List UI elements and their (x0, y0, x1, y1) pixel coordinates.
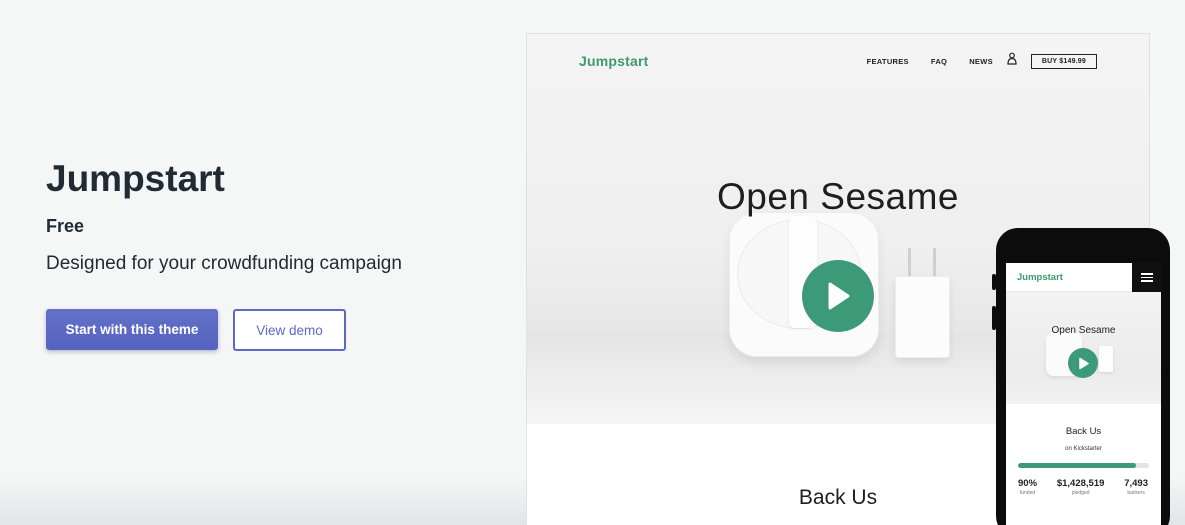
mobile-section-heading: Back Us (1065, 426, 1102, 437)
phone-side-button (992, 306, 996, 330)
hamburger-menu-icon[interactable] (1132, 263, 1161, 292)
play-icon[interactable] (1068, 348, 1098, 378)
stat-funded: 90% funded (1018, 478, 1037, 496)
mobile-subheading: on Kickstarter (1065, 446, 1102, 452)
view-demo-button[interactable]: View demo (233, 309, 346, 351)
plug-prong-left (908, 248, 911, 278)
mobile-preview: Jumpstart Open Sesame Back Us on Kicksta… (1006, 263, 1161, 525)
funding-progress-fill (1018, 463, 1136, 468)
plug-image (895, 276, 950, 358)
stat-backers: 7,493 backers (1124, 478, 1148, 496)
start-with-theme-button[interactable]: Start with this theme (46, 309, 218, 350)
action-buttons: Start with this theme View demo (46, 309, 486, 351)
stat-value: $1,428,519 (1056, 478, 1105, 489)
desktop-hero-heading: Open Sesame (716, 176, 960, 217)
mobile-hero: Open Sesame (1006, 292, 1161, 404)
theme-description: Designed for your crowdfunding campaign (46, 253, 402, 274)
phone-side-button (992, 274, 996, 290)
mobile-logo[interactable]: Jumpstart (1017, 272, 1063, 283)
theme-price: Free (46, 216, 85, 236)
nav-faq[interactable]: FAQ (931, 57, 947, 66)
play-icon[interactable] (802, 260, 874, 332)
desktop-nav: Jumpstart FEATURES FAQ NEWS BUY $149.99 (527, 34, 1149, 89)
theme-title: Jumpstart (46, 158, 225, 199)
stat-pledged: $1,428,519 pledged (1057, 478, 1105, 496)
stat-value: 90% (1018, 478, 1038, 489)
user-icon[interactable] (1007, 52, 1017, 70)
stat-value: 7,493 (1124, 478, 1148, 489)
desktop-nav-links: FEATURES FAQ NEWS BUY $149.99 (867, 52, 1097, 70)
funding-progress-bar (1018, 463, 1149, 468)
funding-stats: 90% funded $1,428,519 pledged 7,493 back… (1006, 478, 1161, 496)
mobile-plug-image (1099, 346, 1113, 372)
desktop-logo[interactable]: Jumpstart (579, 53, 648, 69)
mobile-hero-heading: Open Sesame (1051, 325, 1116, 336)
stat-label: pledged (1071, 490, 1090, 496)
plug-prong-right (933, 248, 936, 278)
mobile-nav: Jumpstart (1006, 263, 1161, 292)
theme-info: Jumpstart Free Designed for your crowdfu… (46, 158, 486, 351)
nav-news[interactable]: NEWS (969, 57, 993, 66)
nav-features[interactable]: FEATURES (867, 57, 909, 66)
stat-label: funded (1019, 490, 1036, 496)
buy-button[interactable]: BUY $149.99 (1030, 53, 1097, 69)
stat-label: backers (1127, 490, 1145, 496)
